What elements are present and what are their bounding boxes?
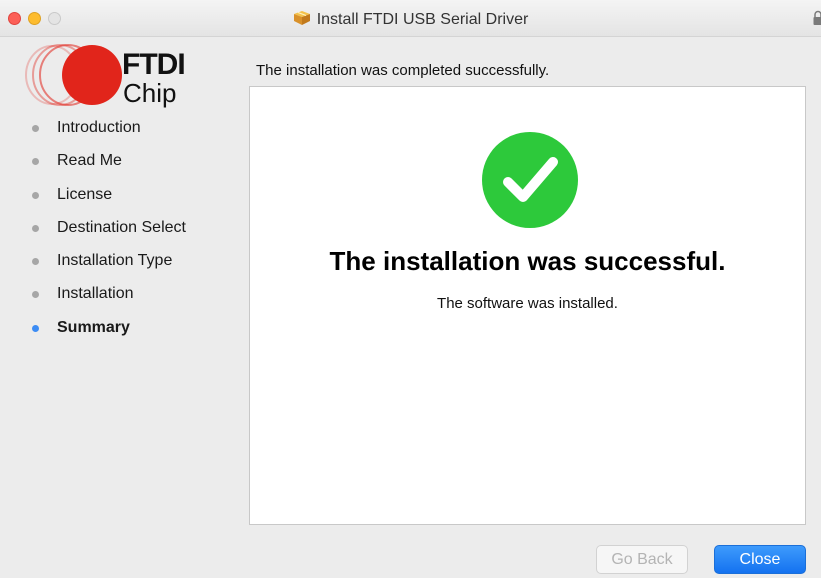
step-label: License: [57, 185, 113, 203]
window-title-group: Install FTDI USB Serial Driver: [0, 10, 821, 31]
step-bullet-icon: [32, 125, 39, 132]
logo-brand: FTDI: [122, 48, 186, 81]
result-title: The installation was successful.: [329, 246, 726, 276]
installer-window: Install FTDI USB Serial Driver FTDI Chip: [0, 0, 821, 578]
step-bullet-active-icon: [32, 324, 39, 332]
step-label: Destination Select: [57, 218, 186, 236]
step-bullet-icon: [32, 191, 39, 199]
lock-icon: [813, 10, 821, 31]
step-installation-type: Installation Type: [32, 250, 186, 283]
title-bar[interactable]: Install FTDI USB Serial Driver: [0, 0, 821, 37]
step-label: Read Me: [57, 152, 122, 170]
result-detail: The software was installed.: [437, 295, 618, 312]
step-destination-select: Destination Select: [32, 217, 186, 250]
step-read-me: Read Me: [32, 150, 186, 183]
ftdi-logo: FTDI Chip: [12, 44, 192, 108]
step-bullet-icon: [32, 224, 39, 232]
step-introduction: Introduction: [32, 117, 186, 150]
page-heading: The installation was completed successfu…: [256, 62, 550, 79]
installer-steps: Introduction Read Me License Destination…: [32, 117, 186, 350]
window-title: Install FTDI USB Serial Driver: [316, 11, 529, 28]
go-back-button[interactable]: Go Back: [596, 545, 688, 574]
logo-sub: Chip: [123, 78, 177, 108]
summary-panel: The installation was successful. The sof…: [249, 86, 806, 525]
step-bullet-icon: [32, 258, 39, 266]
step-label: Installation Type: [57, 252, 173, 270]
ftdi-logo-mark: [25, 44, 122, 106]
step-license: License: [32, 184, 186, 217]
step-summary: Summary: [32, 317, 186, 350]
step-bullet-icon: [32, 158, 39, 166]
success-checkmark-icon: [482, 132, 578, 228]
step-bullet-icon: [32, 291, 39, 299]
step-label: Introduction: [57, 119, 141, 136]
package-icon: [293, 10, 311, 31]
step-installation: Installation: [32, 283, 186, 316]
step-label: Installation: [57, 285, 134, 303]
step-label: Summary: [57, 318, 130, 336]
close-button[interactable]: Close: [714, 545, 806, 574]
